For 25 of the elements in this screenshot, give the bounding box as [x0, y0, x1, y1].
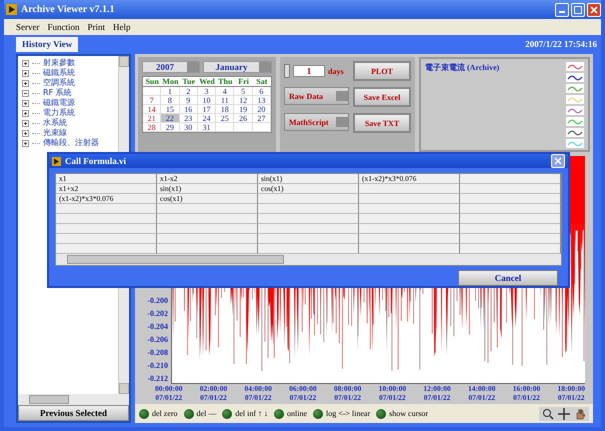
toggle-label: log <-> linear [326, 409, 370, 418]
unit-label: days [328, 66, 344, 76]
timestamp: 2007/1/22 17:54:16 [525, 38, 598, 48]
y-tick-label: -0.208 [146, 348, 169, 358]
y-tick-label: -0.202 [146, 309, 169, 319]
weekday-label: Sat [252, 77, 271, 87]
weekday-label: Sun [143, 77, 162, 87]
y-tick-label: -0.204 [146, 322, 169, 332]
weekday-label: Wed [198, 77, 216, 87]
weekday-label: Tue [180, 77, 198, 87]
y-tick-label: -0.212 [146, 374, 169, 384]
weekday-label: Mon [161, 77, 180, 87]
y-tick-label: -0.200 [146, 296, 169, 306]
toggle-label: del zero [152, 409, 178, 418]
y-tick-label: -0.206 [146, 335, 169, 345]
dialog-title: Call Formula.vi [65, 156, 126, 166]
y-tick-label: -0.210 [146, 361, 169, 371]
toggle-label: del — [196, 409, 216, 418]
toggle-label: online [287, 409, 307, 418]
toggle-label: del inf ↑ ↓ [235, 409, 268, 418]
window-title: Archive Viewer v7.1.1 [21, 4, 115, 15]
weekday-label: Thu [216, 77, 234, 87]
weekday-label: Fri [234, 77, 253, 87]
toggle-label: show cursor [389, 409, 428, 418]
legend-title: 電子束電流 (Archive) [425, 62, 500, 74]
